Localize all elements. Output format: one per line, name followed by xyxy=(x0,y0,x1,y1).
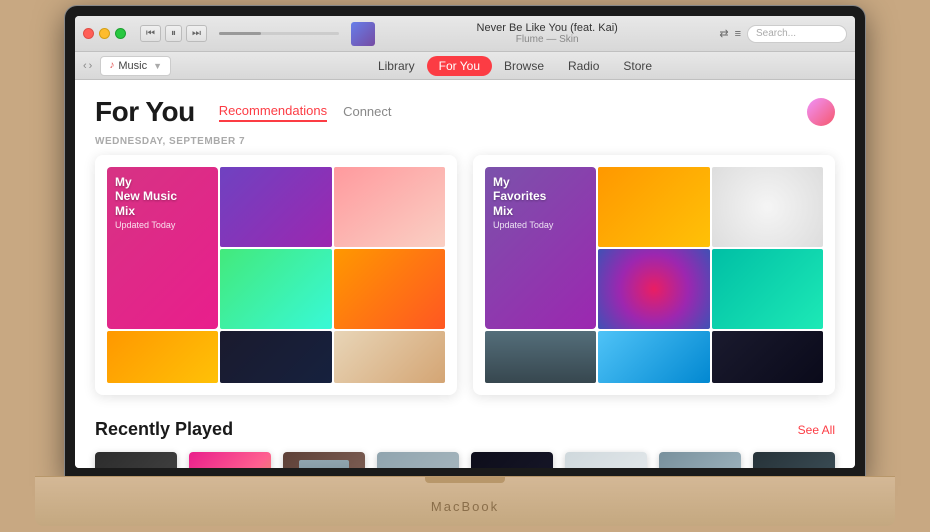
album-item-0[interactable]: Generation De Lux xyxy=(95,452,177,468)
date-label: Wednesday, September 7 xyxy=(75,136,855,155)
search-bar[interactable]: Search... xyxy=(747,25,847,43)
maximize-button[interactable] xyxy=(115,28,126,39)
nav-dropdown-icon[interactable]: ▼ xyxy=(153,61,162,71)
nav-tabs: Library For You Browse Radio Store xyxy=(183,56,847,76)
nav-path-text: Music xyxy=(118,60,147,72)
forward-arrow[interactable]: › xyxy=(89,60,93,72)
user-avatar[interactable] xyxy=(807,98,835,126)
macbook-shell: ⏮ ⏸ ⏭ Never Be Like You (feat. Kai) Flum… xyxy=(35,6,895,526)
mix1-cover8 xyxy=(334,331,445,383)
titlebar-right: ⇄ ≡ Search... xyxy=(719,25,847,43)
album-cover-4 xyxy=(471,452,553,468)
back-arrow[interactable]: ‹ xyxy=(83,60,87,72)
favorites-updated: Updated Today xyxy=(493,220,588,230)
nav-path[interactable]: ♪ Music ▼ xyxy=(100,56,171,76)
mix2-cover8 xyxy=(712,331,823,383)
album-cover-7: THE TEMPER TRAP xyxy=(753,452,835,468)
album-item-1[interactable]: Mirage - EP Else xyxy=(189,452,271,468)
tab-store[interactable]: Store xyxy=(611,56,664,76)
album-cover-6 xyxy=(659,452,741,468)
new-music-main-cover: MyNew MusicMix Updated Today xyxy=(107,167,218,329)
album-item-3[interactable]: The Soft Bounce Beyond The Wizards Sleev… xyxy=(377,452,459,468)
playback-controls: ⏮ ⏸ ⏭ xyxy=(140,25,207,42)
progress-bar[interactable] xyxy=(219,32,339,35)
rewind-button[interactable]: ⏮ xyxy=(140,25,161,42)
mix2-cover4 xyxy=(598,249,709,329)
new-music-mix-card[interactable]: MyNew MusicMix Updated Today xyxy=(95,155,457,395)
mix2-cover6 xyxy=(485,331,596,383)
mix2-cover5 xyxy=(712,249,823,329)
music-icon: ♪ xyxy=(109,60,114,71)
mix2-cover3 xyxy=(712,167,823,247)
favorites-main-cover: MyFavoritesMix Updated Today xyxy=(485,167,596,329)
new-music-updated: Updated Today xyxy=(115,220,210,230)
progress-fill xyxy=(219,32,261,35)
song-artist: Flume — Skin xyxy=(381,34,713,45)
tab-recommendations[interactable]: Recommendations xyxy=(219,103,327,122)
traffic-lights xyxy=(83,28,126,39)
search-placeholder: Search... xyxy=(756,28,796,39)
mix1-cover3 xyxy=(334,167,445,247)
shuffle-icon[interactable]: ⇄ xyxy=(719,27,728,40)
mix1-cover2 xyxy=(220,167,331,247)
mix1-cover7 xyxy=(220,331,331,383)
see-all-button[interactable]: See All xyxy=(798,423,835,437)
tab-browse[interactable]: Browse xyxy=(492,56,556,76)
mix1-cover4 xyxy=(220,249,331,329)
album-item-4[interactable]: Ride into the Unknown Bedouin xyxy=(471,452,553,468)
favorites-mix-card[interactable]: MyFavoritesMix Updated Today xyxy=(473,155,835,395)
main-content: For You Recommendations Connect Wednesda… xyxy=(75,80,855,468)
album-cover-5 xyxy=(565,452,647,468)
section-header: Recently Played See All xyxy=(95,419,835,440)
section-title: Recently Played xyxy=(95,419,233,440)
tab-connect[interactable]: Connect xyxy=(343,104,391,121)
album-item-6[interactable]: New Kingdom GIVERS xyxy=(659,452,741,468)
album-cover-1 xyxy=(189,452,271,468)
play-pause-button[interactable]: ⏸ xyxy=(165,25,182,42)
tab-radio[interactable]: Radio xyxy=(556,56,611,76)
nav-arrows: ‹ › xyxy=(83,60,92,72)
tab-for-you[interactable]: For You xyxy=(427,56,492,76)
album-item-5[interactable]: Nothing's Real Shura xyxy=(565,452,647,468)
for-you-tabs: Recommendations Connect xyxy=(219,103,392,122)
mix-cards-row: MyNew MusicMix Updated Today xyxy=(75,155,855,411)
album-cover-2 xyxy=(283,452,365,468)
tab-library[interactable]: Library xyxy=(366,56,427,76)
new-music-label: MyNew MusicMix xyxy=(115,175,210,218)
titlebar: ⏮ ⏸ ⏭ Never Be Like You (feat. Kai) Flum… xyxy=(75,16,855,52)
favorites-label: MyFavoritesMix xyxy=(493,175,588,218)
albums-row: Generation De Lux Mirage - EP Else xyxy=(95,452,835,468)
close-button[interactable] xyxy=(83,28,94,39)
for-you-header: For You Recommendations Connect xyxy=(75,80,855,136)
song-title: Never Be Like You (feat. Kai) xyxy=(381,22,713,34)
album-item-2[interactable]: Ology Gallant xyxy=(283,452,365,468)
album-thumb xyxy=(351,22,375,46)
mix2-cover7 xyxy=(598,331,709,383)
screen-bezel: ⏮ ⏸ ⏭ Never Be Like You (feat. Kai) Flum… xyxy=(65,6,865,478)
macbook-base: MacBook xyxy=(35,476,895,526)
screen-inner: ⏮ ⏸ ⏭ Never Be Like You (feat. Kai) Flum… xyxy=(75,16,855,468)
macbook-brand-label: MacBook xyxy=(431,499,499,514)
album-cover-3 xyxy=(377,452,459,468)
mix2-cover2 xyxy=(598,167,709,247)
mix1-cover6 xyxy=(107,331,218,383)
fast-forward-button[interactable]: ⏭ xyxy=(186,25,207,42)
recently-played-section: Recently Played See All Generation De Lu… xyxy=(75,411,855,468)
minimize-button[interactable] xyxy=(99,28,110,39)
song-info: Never Be Like You (feat. Kai) Flume — Sk… xyxy=(381,22,713,45)
for-you-title: For You xyxy=(95,96,195,128)
list-icon[interactable]: ≡ xyxy=(735,28,741,40)
album-item-7[interactable]: THE TEMPER TRAP Thick as Thieves The Tem… xyxy=(753,452,835,468)
mix1-cover5 xyxy=(334,249,445,329)
navbar: ‹ › ♪ Music ▼ Library For You Browse Rad… xyxy=(75,52,855,80)
album-cover-0 xyxy=(95,452,177,468)
